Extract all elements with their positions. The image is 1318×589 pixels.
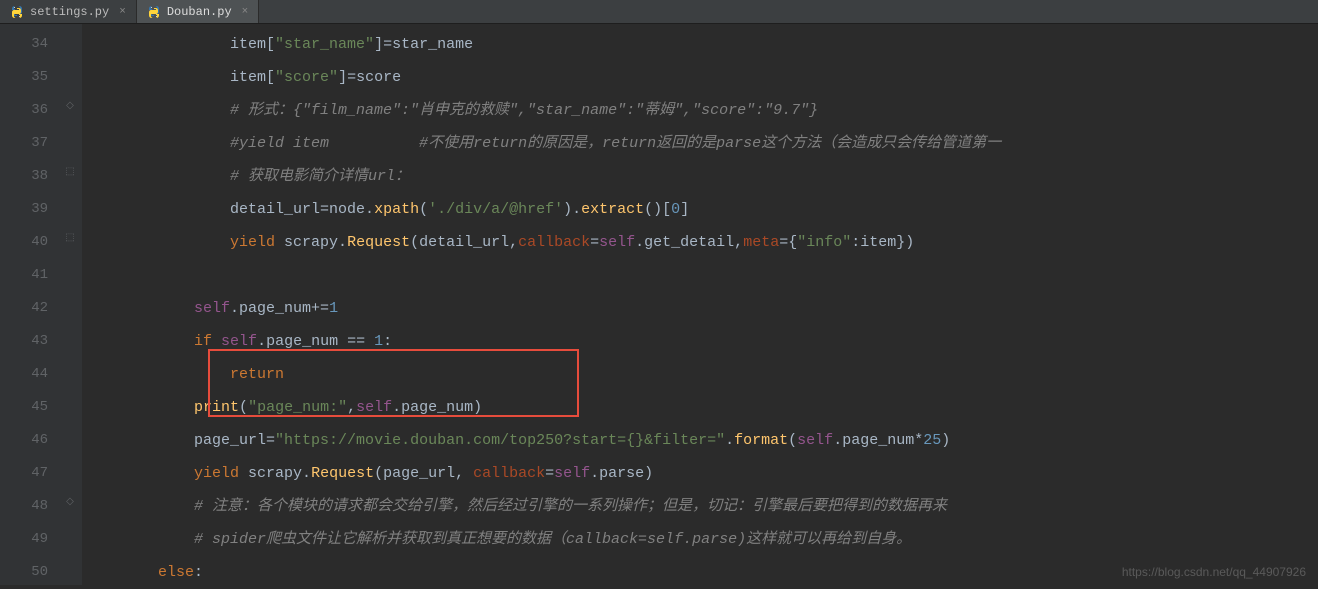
fold-gutter: ◇ ⬚ ⬚ ◇ (62, 24, 82, 585)
code-line: detail_url=node.xpath('./div/a/@href').e… (82, 193, 1318, 226)
code-content[interactable]: item["star_name"]=star_name item["score"… (82, 24, 1318, 585)
line-number: 37 (0, 127, 62, 160)
code-line: item["score"]=score (82, 61, 1318, 94)
line-number: 40 (0, 226, 62, 259)
line-number: 44 (0, 358, 62, 391)
fold-marker-icon[interactable]: ◇ (64, 100, 76, 112)
fold-marker-icon[interactable]: ◇ (64, 496, 76, 508)
line-number: 34 (0, 28, 62, 61)
close-icon[interactable]: × (119, 6, 126, 18)
code-line: # 注意：各个模块的请求都会交给引擎，然后经过引擎的一系列操作；但是，切记：引擎… (82, 490, 1318, 523)
code-line: #yield item #不使用return的原因是，return返回的是par… (82, 127, 1318, 160)
fold-marker-icon[interactable]: ⬚ (64, 232, 76, 244)
line-number: 45 (0, 391, 62, 424)
code-line (82, 259, 1318, 292)
python-file-icon (147, 5, 161, 19)
code-line: item["star_name"]=star_name (82, 28, 1318, 61)
line-number: 35 (0, 61, 62, 94)
tab-label: Douban.py (167, 5, 232, 19)
code-line: # spider爬虫文件让它解析并获取到真正想要的数据（callback=sel… (82, 523, 1318, 556)
code-line: # 获取电影简介详情url： (82, 160, 1318, 193)
line-number: 42 (0, 292, 62, 325)
code-line: # 形式：{"film_name":"肖申克的救赎","star_name":"… (82, 94, 1318, 127)
line-number: 48 (0, 490, 62, 523)
close-icon[interactable]: × (242, 6, 249, 18)
tab-settings-py[interactable]: settings.py × (0, 0, 137, 23)
code-line: return (82, 358, 1318, 391)
line-number: 36 (0, 94, 62, 127)
line-number: 46 (0, 424, 62, 457)
code-line: page_url="https://movie.douban.com/top25… (82, 424, 1318, 457)
watermark: https://blog.csdn.net/qq_44907926 (1122, 565, 1306, 579)
code-line: if self.page_num == 1: (82, 325, 1318, 358)
editor-tabs: settings.py × Douban.py × (0, 0, 1318, 24)
line-number: 39 (0, 193, 62, 226)
code-line: print("page_num:",self.page_num) (82, 391, 1318, 424)
line-number-gutter: 3435363738394041424344454647484950 (0, 24, 62, 585)
tab-douban-py[interactable]: Douban.py × (137, 0, 259, 23)
code-line: yield scrapy.Request(page_url, callback=… (82, 457, 1318, 490)
line-number: 38 (0, 160, 62, 193)
line-number: 43 (0, 325, 62, 358)
tab-label: settings.py (30, 5, 109, 19)
fold-marker-icon[interactable]: ⬚ (64, 166, 76, 178)
python-file-icon (10, 5, 24, 19)
line-number: 47 (0, 457, 62, 490)
line-number: 50 (0, 556, 62, 589)
line-number: 49 (0, 523, 62, 556)
line-number: 41 (0, 259, 62, 292)
code-line: yield scrapy.Request(detail_url,callback… (82, 226, 1318, 259)
code-line: self.page_num+=1 (82, 292, 1318, 325)
code-editor[interactable]: 3435363738394041424344454647484950 ◇ ⬚ ⬚… (0, 24, 1318, 585)
